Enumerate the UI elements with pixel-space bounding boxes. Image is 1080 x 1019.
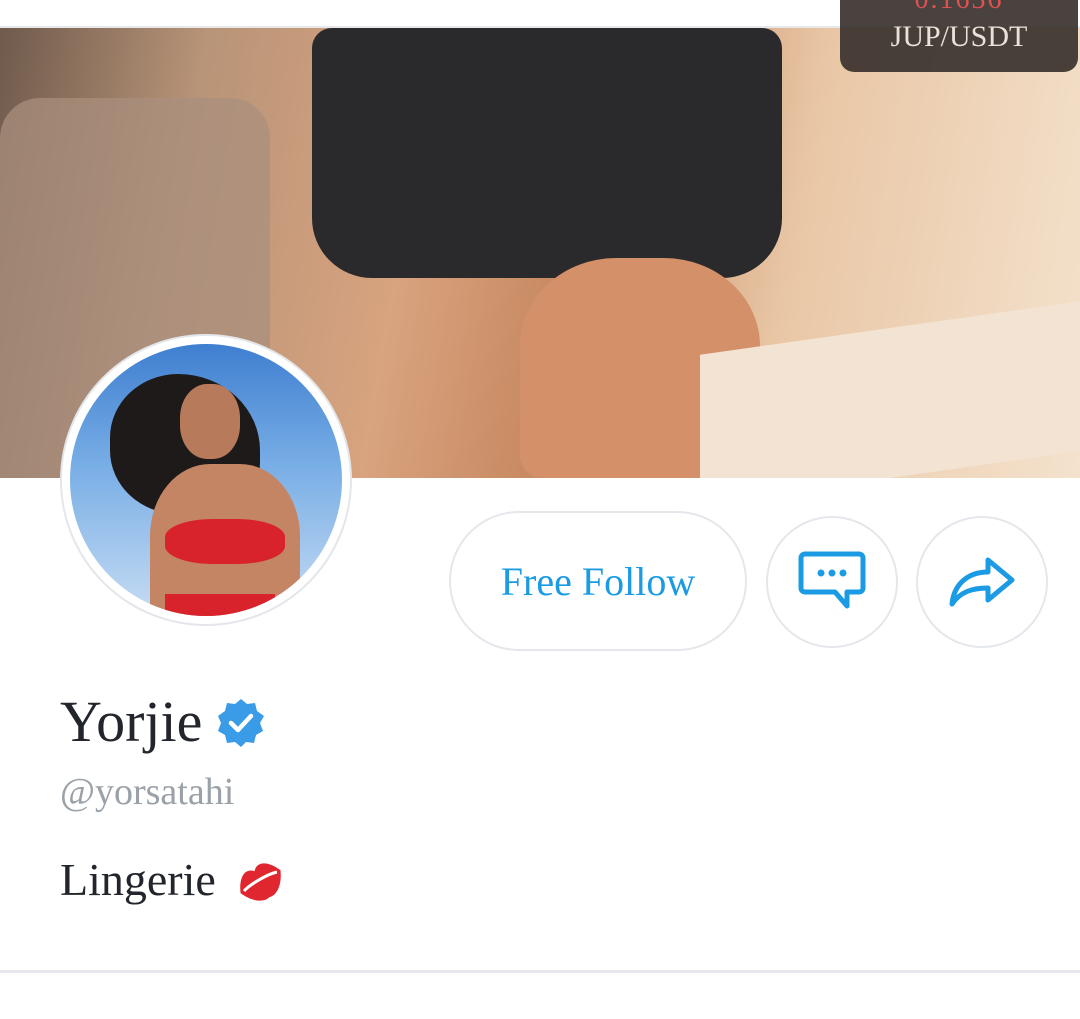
message-button[interactable]	[766, 516, 898, 648]
avatar-shape	[165, 519, 285, 564]
profile-name: Yorjie	[60, 689, 203, 754]
ticker-price: 0.1636	[840, 0, 1078, 16]
profile-bio-row: Lingerie	[60, 852, 286, 906]
chat-bubble-icon	[797, 548, 867, 617]
follow-button[interactable]: Free Follow	[449, 511, 747, 651]
avatar-shape	[180, 384, 240, 459]
share-arrow-icon	[946, 550, 1018, 615]
ticker-pair: JUP/USDT	[890, 20, 1028, 53]
profile-bio: Lingerie	[60, 853, 216, 905]
avatar[interactable]	[60, 334, 352, 626]
avatar-image	[70, 344, 342, 616]
profile-name-row: Yorjie	[60, 688, 266, 755]
profile-handle: @yorsatahi	[60, 771, 235, 813]
avatar-shape	[165, 594, 275, 616]
cover-shape	[312, 28, 782, 278]
share-button[interactable]	[916, 516, 1048, 648]
divider	[0, 970, 1080, 973]
price-ticker[interactable]: 0.1636 JUP/USDT	[840, 0, 1078, 72]
verified-badge-icon	[216, 697, 266, 747]
kiss-lips-icon	[232, 852, 286, 906]
